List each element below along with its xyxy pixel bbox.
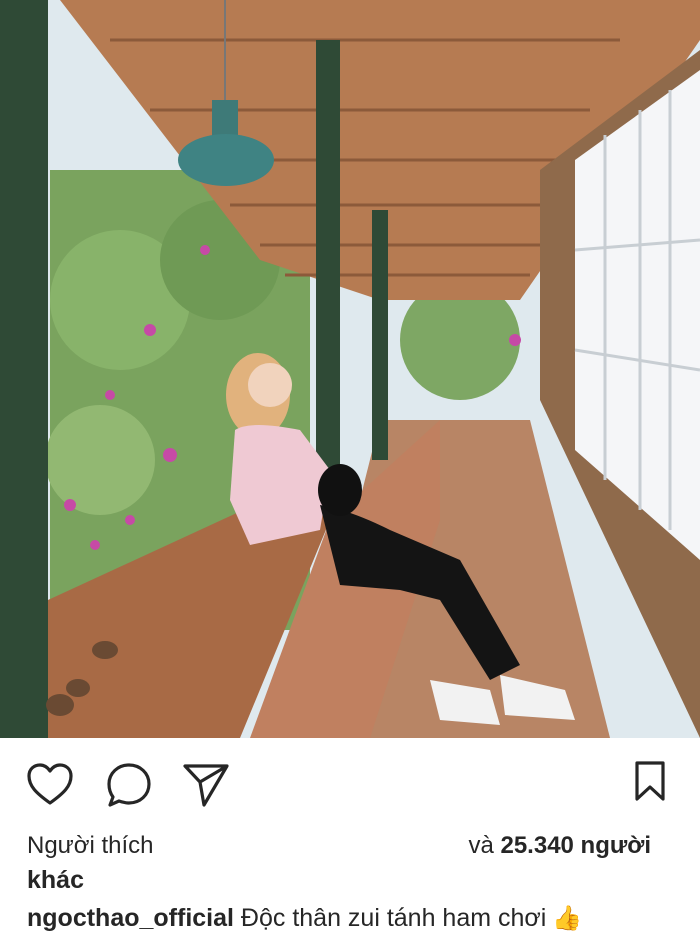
- likes-count[interactable]: 25.340 người: [500, 832, 651, 859]
- post-caption: ngocthao_official Độc thân zui tánh ham …: [27, 904, 582, 933]
- caption-text: Độc thân zui tánh ham chơi: [240, 904, 547, 932]
- likes-line: Người thích và 25.340 người: [27, 832, 673, 862]
- caption-username[interactable]: ngocthao_official: [27, 904, 234, 932]
- thumbs-up-icon: 👍: [552, 905, 583, 932]
- bookmark-icon[interactable]: [634, 760, 666, 802]
- likes-suffix: khác: [27, 866, 84, 894]
- send-icon[interactable]: [182, 762, 230, 808]
- comment-icon[interactable]: [106, 762, 152, 808]
- post-photo[interactable]: [0, 0, 700, 738]
- likes-and: và: [468, 832, 494, 859]
- post-image: [0, 0, 700, 738]
- likes-prefix: Người thích: [27, 832, 154, 859]
- likes-count-group[interactable]: và 25.340 người: [468, 832, 651, 860]
- heart-icon[interactable]: [26, 763, 74, 807]
- post-actions-bar: [0, 738, 700, 828]
